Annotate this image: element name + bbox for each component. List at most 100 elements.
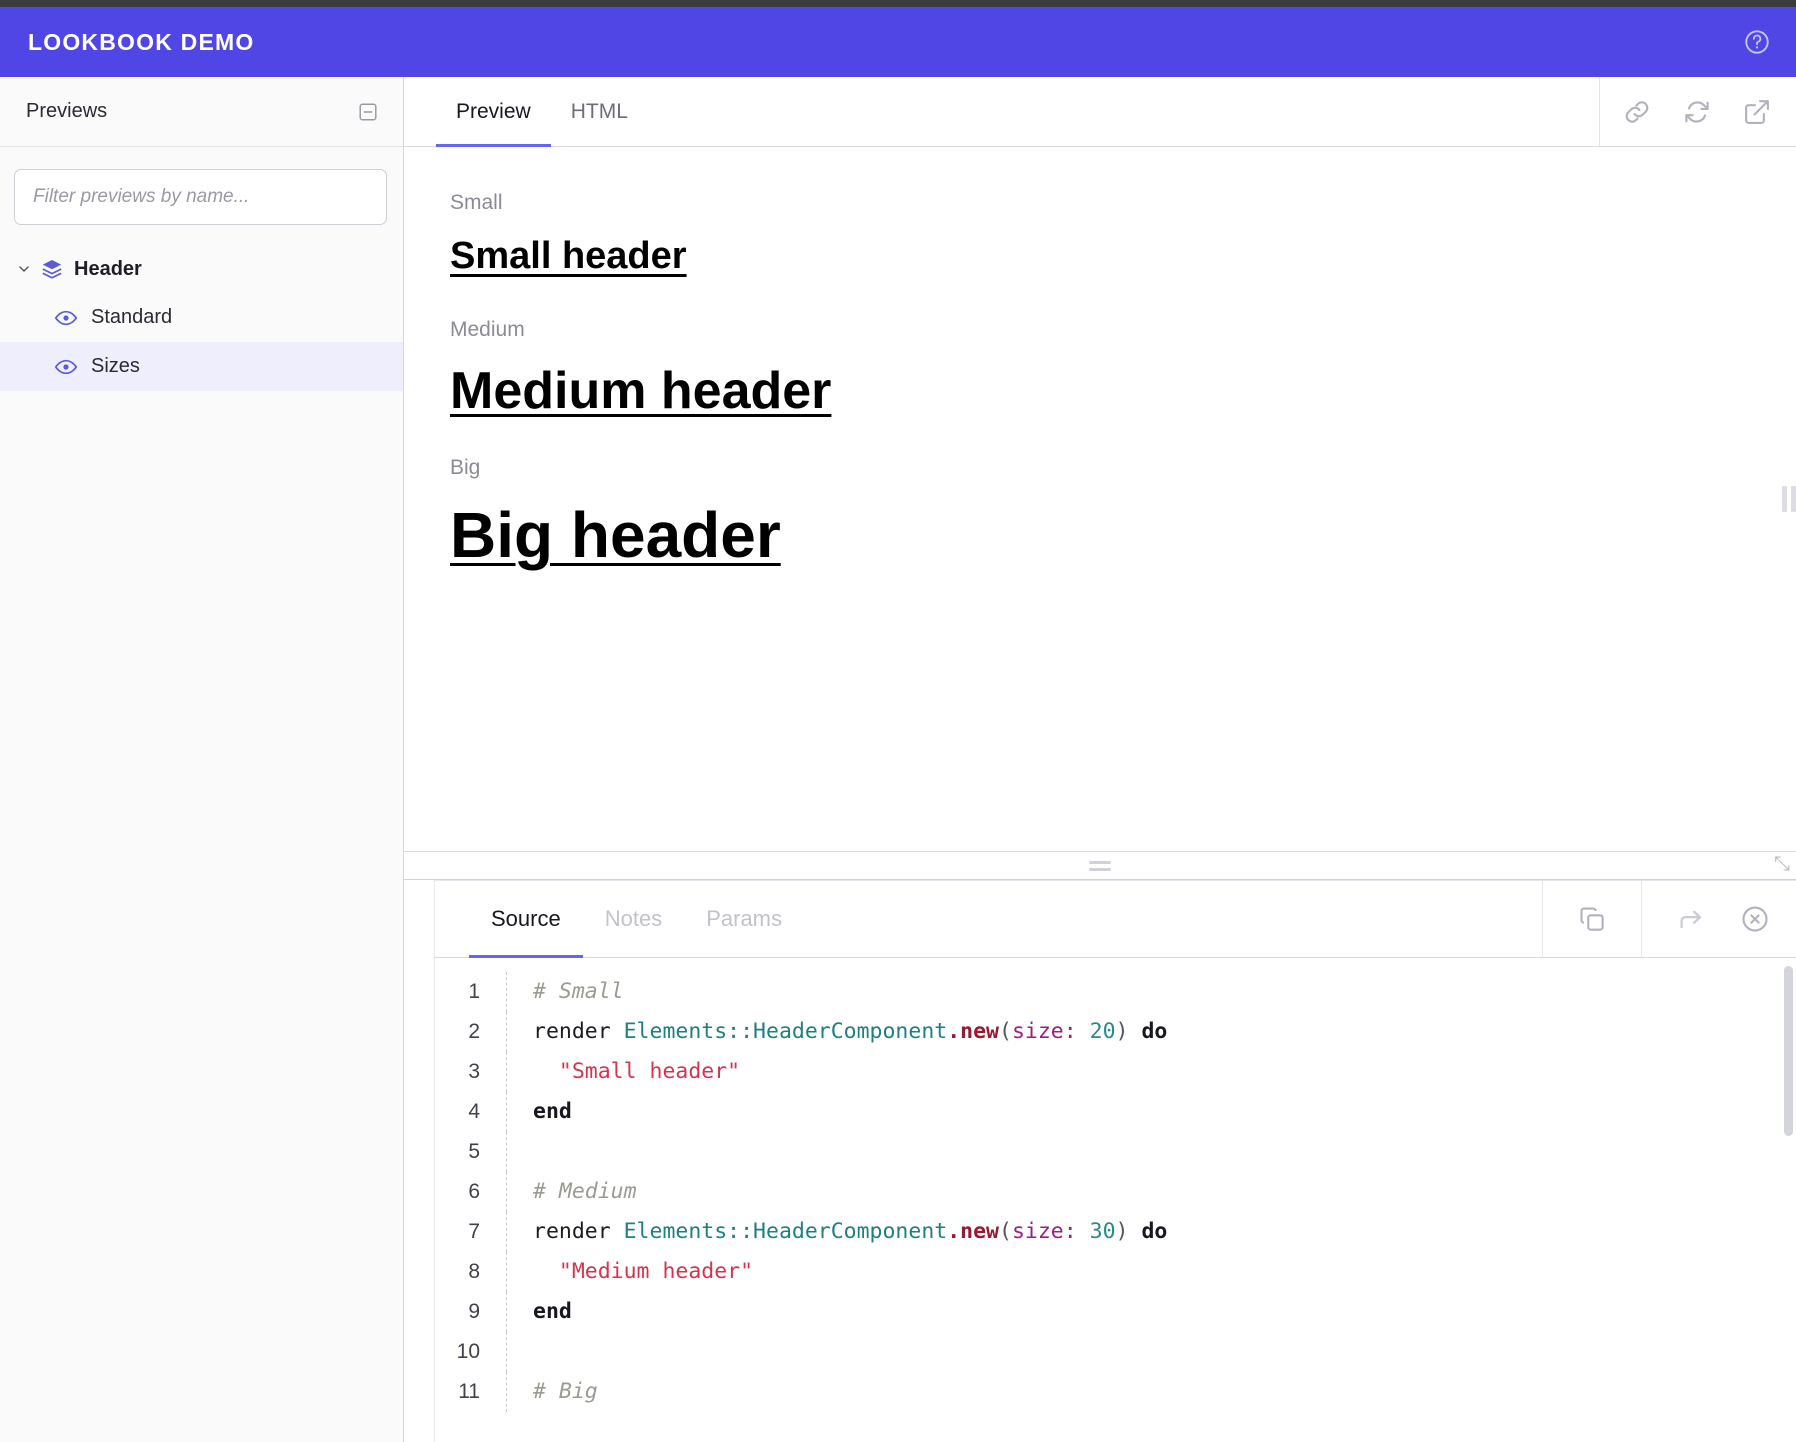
tab-html[interactable]: HTML (551, 77, 648, 146)
code-line: 5 (435, 1132, 1796, 1172)
search-input[interactable] (14, 169, 387, 225)
code-token: Elements::HeaderComponent (623, 1019, 948, 1044)
help-icon[interactable] (1742, 27, 1772, 57)
line-content: # Big (507, 1372, 598, 1412)
preview-block-medium: Medium Medium header (450, 318, 1796, 420)
code-line: 11 # Big (435, 1372, 1796, 1412)
layers-icon (40, 257, 64, 281)
preview-toolbar (1599, 77, 1796, 146)
code-line: 9 end (435, 1292, 1796, 1332)
eye-icon (54, 306, 78, 330)
tree-group-header[interactable]: Header (0, 245, 403, 293)
copy-icon[interactable] (1577, 904, 1607, 934)
preview-block-label: Small (450, 191, 503, 214)
tab-preview[interactable]: Preview (436, 77, 551, 147)
close-circle-icon[interactable] (1740, 904, 1770, 934)
sidebar: Previews Filter previews by name... Head… (0, 77, 404, 1442)
code-token: # Big (533, 1379, 598, 1404)
horizontal-resize-handle[interactable]: ⤡ (404, 852, 1796, 880)
source-tabs: Source Notes Params (435, 881, 1542, 958)
sidebar-item-standard[interactable]: Standard (0, 293, 403, 342)
preview-content: Small Small header Medium Medium header … (404, 147, 1796, 571)
line-content: render Elements::HeaderComponent.new(siz… (507, 1212, 1167, 1252)
line-number: 10 (435, 1332, 507, 1372)
code-token: . (947, 1019, 961, 1044)
refresh-icon[interactable] (1682, 97, 1712, 127)
line-number: 7 (435, 1212, 507, 1252)
line-content: # Medium (507, 1172, 637, 1212)
code-line: 7 render Elements::HeaderComponent.new(si… (435, 1212, 1796, 1252)
preview-block-heading: Small header (450, 235, 687, 277)
code-token: # Small (533, 979, 624, 1004)
line-number: 1 (435, 972, 507, 1012)
tab-notes[interactable]: Notes (583, 881, 684, 957)
code-token: do (1141, 1219, 1168, 1244)
share-arrow-icon[interactable] (1676, 904, 1706, 934)
main-layout: Previews Filter previews by name... Head… (0, 77, 1796, 1442)
code-token: size: (1011, 1019, 1077, 1044)
code-line: 2 render Elements::HeaderComponent.new(si… (435, 1012, 1796, 1052)
code-token: render (533, 1019, 624, 1044)
source-window-group (1641, 881, 1796, 957)
line-content: "Medium header" (507, 1252, 753, 1292)
line-number: 3 (435, 1052, 507, 1092)
line-number: 11 (435, 1372, 507, 1412)
eye-icon (54, 355, 78, 379)
code-token: "Small header" (533, 1059, 741, 1084)
resize-corner-icon[interactable]: ⤡ (1774, 854, 1790, 874)
copy-link-icon[interactable] (1622, 97, 1652, 127)
sidebar-header: Previews (0, 77, 403, 147)
drag-grip-icon (1089, 860, 1111, 871)
code-token: 30 (1089, 1219, 1116, 1244)
sidebar-item-sizes[interactable]: Sizes (0, 342, 403, 391)
line-number: 2 (435, 1012, 507, 1052)
code-token: # Medium (533, 1179, 637, 1204)
vertical-resize-handle[interactable] (1782, 147, 1796, 851)
sidebar-item-label: Sizes (91, 355, 140, 377)
content-area: Preview HTML Small Small header Medium M… (404, 77, 1796, 1442)
source-code-viewport[interactable]: 1 # Small 2 render Elements::HeaderComponen… (434, 958, 1796, 1442)
line-number: 4 (435, 1092, 507, 1132)
code-line: 10 (435, 1332, 1796, 1372)
window-top-strip (0, 0, 1796, 7)
filter-wrapper (0, 147, 403, 239)
line-content: end (507, 1092, 572, 1132)
code-token: ( (999, 1019, 1012, 1044)
line-content (507, 1132, 546, 1172)
chevron-down-icon[interactable] (14, 261, 34, 277)
code-token: 20 (1089, 1019, 1116, 1044)
sidebar-title: Previews (26, 100, 108, 122)
code-scrollbar[interactable] (1784, 966, 1793, 1136)
minus-square-icon[interactable] (357, 101, 379, 123)
app-header: LOOKBOOK DEMO (0, 7, 1796, 77)
tree-group-label: Header (74, 257, 142, 280)
preview-block-label: Medium (450, 317, 525, 341)
source-copy-group (1542, 881, 1641, 957)
preview-block-heading: Medium header (450, 361, 832, 420)
code-token: render (533, 1219, 624, 1244)
line-number: 8 (435, 1252, 507, 1292)
preview-block-small: Small Small header (450, 191, 1796, 278)
code-line: 3 "Small header" (435, 1052, 1796, 1092)
code-token: . (947, 1219, 961, 1244)
code-line: 4 end (435, 1092, 1796, 1132)
preview-tabbar: Preview HTML (404, 77, 1796, 147)
app-title: LOOKBOOK DEMO (28, 28, 255, 55)
line-content: render Elements::HeaderComponent.new(siz… (507, 1012, 1167, 1052)
code-token: ) (1115, 1019, 1129, 1044)
open-external-icon[interactable] (1742, 97, 1772, 127)
code-token: "Medium header" (533, 1259, 754, 1284)
preview-tabs: Preview HTML (404, 77, 1599, 147)
source-tabbar: Source Notes Params (434, 880, 1796, 958)
tab-params[interactable]: Params (684, 881, 804, 957)
line-number: 6 (435, 1172, 507, 1212)
sidebar-item-label: Standard (91, 306, 173, 328)
line-number: 9 (435, 1292, 507, 1332)
line-number: 5 (435, 1132, 507, 1172)
tab-source[interactable]: Source (469, 881, 583, 958)
preview-block-heading: Big header (450, 498, 781, 571)
code-token: ) (1115, 1219, 1129, 1244)
